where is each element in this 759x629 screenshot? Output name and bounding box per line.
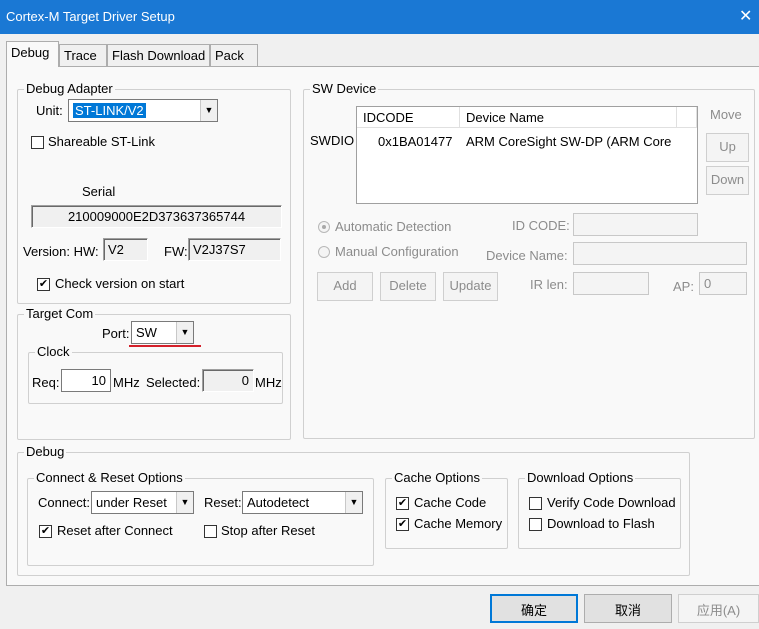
reset-after-connect-checkbox[interactable]: ✔	[39, 525, 52, 538]
stop-after-reset-label: Stop after Reset	[221, 523, 315, 538]
clock-legend: Clock	[35, 344, 72, 359]
tab-strip: Debug Trace Flash Download Pack	[0, 34, 759, 70]
tab-trace[interactable]: Trace	[59, 44, 107, 66]
annotation-underline	[129, 345, 201, 347]
cache-code-label: Cache Code	[414, 495, 487, 510]
download-to-flash-label: Download to Flash	[547, 516, 655, 531]
device-name-input[interactable]	[573, 242, 747, 265]
verify-code-download-checkbox[interactable]	[529, 497, 542, 510]
automatic-detection-radio[interactable]	[318, 221, 330, 233]
delete-button[interactable]: Delete	[380, 272, 436, 301]
selected-field: 0	[202, 369, 254, 392]
reset-value: Autodetect	[247, 495, 310, 510]
apply-button[interactable]: 应用(A)	[678, 594, 759, 623]
fw-label: FW:	[164, 244, 188, 259]
update-button[interactable]: Update	[443, 272, 498, 301]
ap-input[interactable]: 0	[699, 272, 747, 295]
swdio-label: SWDIO	[310, 133, 355, 148]
device-name-label: Device Name:	[486, 248, 568, 263]
chevron-down-icon[interactable]: ▼	[176, 322, 193, 343]
manual-configuration-label: Manual Configuration	[335, 244, 459, 259]
device-name[interactable]: ARM CoreSight SW-DP (ARM Core	[466, 134, 671, 149]
req-label: Req:	[32, 375, 60, 390]
ap-label: AP:	[673, 279, 694, 294]
device-idcode[interactable]: 0x1BA01477	[378, 134, 452, 149]
unit-select[interactable]: ST-LINK/V2 ▼	[68, 99, 218, 122]
move-label: Move	[710, 107, 742, 122]
port-label: Port:	[102, 326, 130, 341]
column-header-idcode[interactable]: IDCODE	[357, 107, 460, 128]
check-version-label: Check version on start	[55, 276, 185, 291]
serial-field: 210009000E2D373637365744	[31, 205, 282, 228]
req-input[interactable]: 10	[61, 369, 111, 392]
hw-version-field: V2	[103, 238, 148, 261]
id-code-label: ID CODE:	[512, 218, 570, 233]
unit-value: ST-LINK/V2	[73, 103, 146, 118]
debug-adapter-legend: Debug Adapter	[24, 81, 115, 96]
target-com-legend: Target Com	[24, 306, 96, 321]
cache-options-legend: Cache Options	[392, 470, 482, 485]
shareable-st-link-checkbox[interactable]	[31, 136, 44, 149]
connect-label: Connect:	[38, 495, 91, 510]
stop-after-reset-checkbox[interactable]	[204, 525, 217, 538]
verify-code-download-label: Verify Code Download	[547, 495, 676, 510]
close-icon[interactable]: ✕	[739, 0, 759, 34]
cache-options-group: Cache Options	[385, 470, 508, 549]
download-to-flash-checkbox[interactable]	[529, 518, 542, 531]
reset-label: Reset:	[204, 495, 242, 510]
window-title: Cortex-M Target Driver Setup	[6, 9, 175, 24]
download-options-legend: Download Options	[525, 470, 636, 485]
unit-label: Unit:	[36, 103, 63, 118]
connect-select[interactable]: under Reset ▼	[91, 491, 194, 514]
id-code-input[interactable]	[573, 213, 698, 236]
ir-len-input[interactable]	[573, 272, 649, 295]
ok-button[interactable]: 确定	[490, 594, 578, 623]
column-header-device-name[interactable]: Device Name	[460, 107, 677, 128]
cache-memory-label: Cache Memory	[414, 516, 503, 531]
reset-select[interactable]: Autodetect ▼	[242, 491, 363, 514]
selected-label: Selected:	[146, 375, 201, 390]
chevron-down-icon[interactable]: ▼	[200, 100, 217, 121]
title-bar: Cortex-M Target Driver Setup ✕	[0, 0, 759, 34]
req-unit-label: MHz	[113, 375, 140, 390]
chevron-down-icon[interactable]: ▼	[176, 492, 193, 513]
down-button[interactable]: Down	[706, 166, 749, 195]
shareable-st-link-label: Shareable ST-Link	[48, 134, 155, 149]
automatic-detection-label: Automatic Detection	[335, 219, 452, 234]
connect-value: under Reset	[96, 495, 167, 510]
cancel-button[interactable]: 取消	[584, 594, 672, 623]
fw-version-field: V2J37S7	[188, 238, 281, 261]
ir-len-label: IR len:	[530, 277, 568, 292]
port-value: SW	[136, 325, 157, 340]
add-button[interactable]: Add	[317, 272, 373, 301]
selected-unit-label: MHz	[255, 375, 282, 390]
sw-device-legend: SW Device	[310, 81, 379, 96]
up-button[interactable]: Up	[706, 133, 749, 162]
cache-code-checkbox[interactable]: ✔	[396, 497, 409, 510]
tab-flash-download[interactable]: Flash Download	[107, 44, 210, 66]
debug-legend: Debug	[24, 444, 67, 459]
manual-configuration-radio[interactable]	[318, 246, 330, 258]
reset-after-connect-label: Reset after Connect	[57, 523, 173, 538]
download-options-group: Download Options	[518, 470, 681, 549]
connect-reset-legend: Connect & Reset Options	[34, 470, 185, 485]
column-header-filler	[677, 107, 697, 128]
version-hw-label: Version: HW:	[23, 244, 99, 259]
tab-pack[interactable]: Pack	[210, 44, 258, 66]
serial-label: Serial	[82, 184, 116, 199]
chevron-down-icon[interactable]: ▼	[345, 492, 362, 513]
cache-memory-checkbox[interactable]: ✔	[396, 518, 409, 531]
port-select[interactable]: SW ▼	[131, 321, 194, 344]
check-version-checkbox[interactable]: ✔	[37, 278, 50, 291]
sw-device-list[interactable]: IDCODE Device Name 0x1BA01477 ARM CoreSi…	[356, 106, 698, 204]
tab-debug[interactable]: Debug	[6, 41, 59, 67]
